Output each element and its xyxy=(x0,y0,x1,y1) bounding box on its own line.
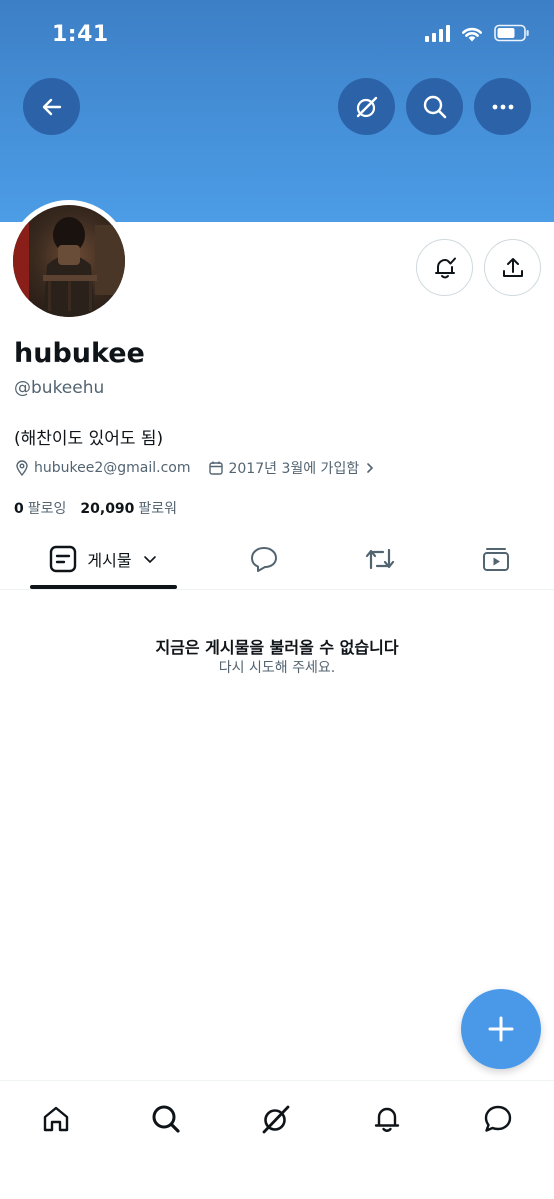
tab-posts[interactable]: 게시물 xyxy=(30,530,177,588)
chevron-down-icon xyxy=(143,556,156,564)
battery-icon xyxy=(494,24,529,42)
nav-notifications[interactable] xyxy=(367,1099,407,1139)
join-date-text: 2017년 3월에 가입함 xyxy=(228,461,360,477)
posts-icon xyxy=(50,545,77,573)
status-time: 1:41 xyxy=(52,22,109,47)
search-icon xyxy=(423,95,446,118)
followers-count: 20,090 xyxy=(80,501,135,517)
bell-check-icon xyxy=(434,257,456,278)
location-item: hubukee2@gmail.com xyxy=(14,460,190,476)
messages-icon xyxy=(484,1105,512,1132)
active-tab-indicator xyxy=(30,585,177,589)
follow-stats: 0 팔로잉 20,090 팔로워 xyxy=(14,498,177,518)
repost-icon xyxy=(365,548,395,570)
back-button[interactable] xyxy=(23,78,80,135)
following-count: 0 xyxy=(14,501,24,517)
search-button[interactable] xyxy=(406,78,463,135)
tab-replies[interactable] xyxy=(236,530,292,588)
location-text: hubukee2@gmail.com xyxy=(34,460,191,476)
profile-tabs: 게시물 xyxy=(0,530,554,590)
reply-icon xyxy=(251,547,277,572)
nav-search[interactable] xyxy=(146,1099,186,1139)
share-button[interactable] xyxy=(484,239,541,296)
avatar[interactable] xyxy=(8,200,130,322)
user-handle: @bukeehu xyxy=(14,378,105,398)
following-label: 팔로잉 xyxy=(27,501,67,517)
notifications-icon xyxy=(374,1107,400,1132)
compose-button[interactable] xyxy=(461,989,541,1069)
display-name: hubukee xyxy=(14,338,145,369)
join-date-item[interactable]: 2017년 3월에 가입함 xyxy=(208,458,377,478)
following-link[interactable]: 0 팔로잉 xyxy=(14,498,66,518)
profile-meta: hubukee2@gmail.com 2017년 3월에 가입함 xyxy=(14,458,377,478)
avatar-image xyxy=(13,205,125,317)
tab-reposts[interactable] xyxy=(352,530,408,588)
home-icon xyxy=(43,1106,69,1132)
status-icons xyxy=(425,24,530,42)
nav-grok[interactable] xyxy=(256,1099,296,1139)
wifi-icon xyxy=(462,27,482,42)
followers-label: 팔로워 xyxy=(138,501,178,517)
status-bar: 1:41 xyxy=(0,0,554,70)
notification-subscribe-button[interactable] xyxy=(416,239,473,296)
location-pin-icon xyxy=(16,460,28,476)
empty-state-subtitle: 다시 시도해 주세요. xyxy=(218,660,336,676)
bio: (해찬이도 있어도 됨) xyxy=(14,429,164,449)
nav-home[interactable] xyxy=(36,1099,76,1139)
search-icon xyxy=(152,1105,180,1133)
video-media-icon xyxy=(483,548,509,571)
arrow-left-icon xyxy=(42,98,61,115)
grok-icon xyxy=(356,96,377,117)
tab-posts-label: 게시물 xyxy=(87,551,132,570)
more-button[interactable] xyxy=(474,78,531,135)
calendar-icon xyxy=(209,461,224,475)
followers-link[interactable]: 20,090 팔로워 xyxy=(80,498,177,518)
plus-icon xyxy=(488,1016,514,1042)
empty-state-title: 지금은 게시물을 불러올 수 없습니다 xyxy=(155,638,399,657)
chevron-right-icon xyxy=(367,463,374,473)
tab-media[interactable] xyxy=(468,530,524,588)
more-horizontal-icon xyxy=(492,104,513,109)
grok-button[interactable] xyxy=(338,78,395,135)
nav-messages[interactable] xyxy=(478,1099,518,1139)
bottom-nav xyxy=(0,1080,554,1199)
grok-icon xyxy=(262,1105,290,1134)
cellular-signal-icon xyxy=(425,24,450,42)
share-icon xyxy=(502,257,523,277)
